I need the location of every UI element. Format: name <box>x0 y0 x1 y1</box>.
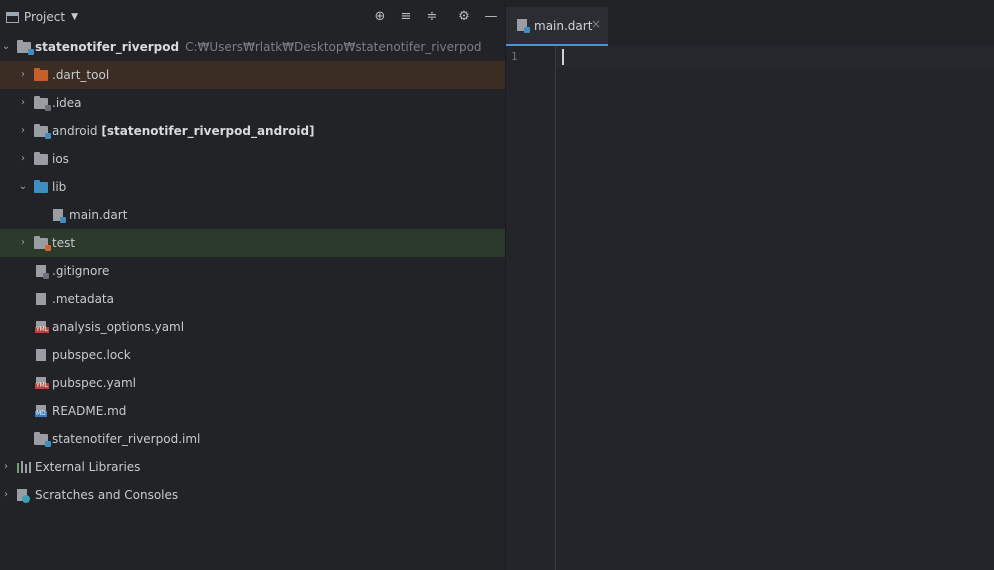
chevron-right-icon[interactable]: › <box>1 481 11 509</box>
collapse-all-icon[interactable]: ≑ <box>424 9 440 25</box>
editor-area: main.dart × 1 <box>506 0 994 570</box>
tree-item-label: .idea <box>52 96 82 110</box>
editor-tab-bar: main.dart × <box>506 0 994 46</box>
yaml-file-icon: YML <box>35 321 50 333</box>
panel-title: Project <box>24 10 66 24</box>
text-file-icon <box>36 293 46 305</box>
chevron-right-icon[interactable]: › <box>1 453 11 481</box>
tree-row-external-libraries[interactable]: › External Libraries <box>0 453 505 481</box>
text-file-icon <box>36 349 46 361</box>
root-folder-name: statenotifer_riverpod <box>35 40 180 54</box>
chevron-right-icon[interactable]: › <box>18 117 28 145</box>
project-tree: ⌄ statenotifer_riverpod C:₩Users₩rlatk₩De… <box>0 33 505 509</box>
tree-row-readme[interactable]: MD README.md <box>0 397 505 425</box>
chevron-right-icon[interactable]: › <box>18 145 28 173</box>
tree-row-pubspec-yaml[interactable]: YML pubspec.yaml <box>0 369 505 397</box>
test-folder-icon <box>34 236 51 251</box>
folder-icon <box>34 68 48 81</box>
tree-row-main-dart[interactable]: main.dart <box>0 201 505 229</box>
tab-label: main.dart <box>534 19 593 33</box>
tree-row-metadata[interactable]: .metadata <box>0 285 505 313</box>
minimize-icon[interactable]: — <box>483 9 499 25</box>
tree-row-ios[interactable]: › ios <box>0 145 505 173</box>
code-editor[interactable] <box>556 46 994 67</box>
tree-item-label: pubspec.lock <box>52 348 131 362</box>
module-name: [statenotifer_riverpod_android] <box>101 124 315 138</box>
tree-item-label: main.dart <box>69 208 128 222</box>
tree-row-analysis-options[interactable]: YML analysis_options.yaml <box>0 313 505 341</box>
module-folder-icon <box>34 124 51 139</box>
chevron-right-icon[interactable]: › <box>18 229 28 257</box>
expand-all-icon[interactable]: ≡ <box>398 9 414 25</box>
line-number-gutter: 1 <box>506 46 556 570</box>
markdown-file-icon: MD <box>35 405 47 417</box>
tree-row-dart-tool[interactable]: › .dart_tool <box>0 61 505 89</box>
tree-item-label: statenotifer_riverpod.iml <box>52 432 201 446</box>
tree-item-label: Scratches and Consoles <box>35 488 179 502</box>
dart-file-icon <box>53 209 66 223</box>
dart-file-icon <box>517 19 530 33</box>
tree-item-label: .gitignore <box>52 264 110 278</box>
library-icon <box>17 461 31 473</box>
tree-item-label: pubspec.yaml <box>52 376 136 390</box>
line-number: 1 <box>511 50 518 63</box>
tab-main-dart[interactable]: main.dart × <box>506 7 608 46</box>
text-caret <box>562 49 564 65</box>
tree-row-test[interactable]: › test <box>0 229 505 257</box>
tree-row-idea[interactable]: › .idea <box>0 89 505 117</box>
chevron-right-icon[interactable]: › <box>18 61 28 89</box>
module-folder-icon <box>17 40 34 55</box>
locate-icon[interactable]: ⊕ <box>372 9 388 25</box>
tree-row-lib[interactable]: ⌄ lib <box>0 173 505 201</box>
chevron-down-icon: ▼ <box>71 12 78 22</box>
scratches-icon <box>17 489 30 503</box>
tree-item-label: android <box>52 124 98 138</box>
tree-item-label: test <box>52 236 76 250</box>
module-file-icon <box>34 432 51 447</box>
tree-item-label: ios <box>52 152 69 166</box>
project-window-icon <box>6 11 19 23</box>
tree-row-android[interactable]: › android [statenotifer_riverpod_android… <box>0 117 505 145</box>
close-icon[interactable]: × <box>591 17 601 31</box>
project-view-selector[interactable]: Project ▼ <box>6 10 78 24</box>
tree-item-label: analysis_options.yaml <box>52 320 185 334</box>
panel-header: Project ▼ ⊕ ≡ ≑ ⚙ — <box>0 0 505 33</box>
tree-row-pubspec-lock[interactable]: pubspec.lock <box>0 341 505 369</box>
ignore-file-icon <box>36 265 49 279</box>
tree-item-label: lib <box>52 180 67 194</box>
chevron-down-icon[interactable]: ⌄ <box>18 173 28 201</box>
gear-icon[interactable]: ⚙ <box>456 9 472 25</box>
tree-item-label: README.md <box>52 404 127 418</box>
yaml-file-icon: YML <box>35 377 50 389</box>
chevron-down-icon[interactable]: ⌄ <box>1 33 11 61</box>
tree-row-scratches[interactable]: › Scratches and Consoles <box>0 481 505 509</box>
tree-row-gitignore[interactable]: .gitignore <box>0 257 505 285</box>
tree-item-label: .metadata <box>52 292 114 306</box>
tree-item-label: .dart_tool <box>52 68 110 82</box>
tree-item-label: External Libraries <box>35 460 141 474</box>
tree-row-root[interactable]: ⌄ statenotifer_riverpod C:₩Users₩rlatk₩De… <box>0 33 505 61</box>
source-folder-icon <box>34 180 48 193</box>
chevron-right-icon[interactable]: › <box>18 89 28 117</box>
root-folder-path: C:₩Users₩rlatk₩Desktop₩statenotifer_rive… <box>185 40 482 54</box>
project-panel: Project ▼ ⊕ ≡ ≑ ⚙ — ⌄ statenotifer_river… <box>0 0 505 570</box>
tree-row-iml[interactable]: statenotifer_riverpod.iml <box>0 425 505 453</box>
folder-icon <box>34 152 48 165</box>
idea-folder-icon <box>34 96 51 111</box>
